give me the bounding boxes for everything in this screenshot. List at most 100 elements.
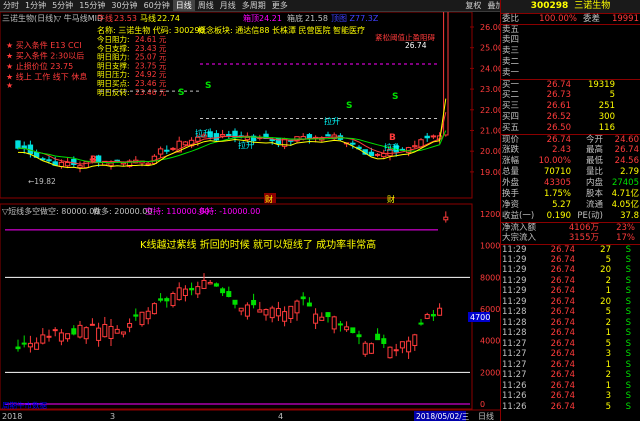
- price-axis-label: 23.00: [480, 85, 500, 94]
- kline-chart: 三诺生物(日线)▽ 牛马线MID牛线 23.53 马线 22.74 箱顶 24.21 箱底 2…: [0, 12, 500, 421]
- period-tab[interactable]: 更多: [269, 0, 291, 11]
- osc-body: [406, 340, 412, 353]
- right-item-label: 明日反转:: [97, 87, 130, 97]
- toolbar-button[interactable]: 复权: [462, 0, 484, 11]
- candle-body: [443, 12, 449, 136]
- period-tab[interactable]: 日线: [172, 0, 195, 11]
- stat-label: 总量: [502, 167, 520, 177]
- period-label[interactable]: 日线: [478, 411, 494, 421]
- weibi-label: 委比: [502, 14, 520, 24]
- tick-direction: S: [625, 391, 631, 401]
- sell-label: 卖三: [502, 46, 520, 56]
- tick-volume: 2: [605, 275, 611, 286]
- stat-value: 0.190: [546, 211, 571, 221]
- tick-volume: 3: [605, 391, 611, 401]
- sell-label: 卖一: [502, 68, 520, 78]
- stat-value: 26.74: [614, 145, 639, 155]
- osc-body: [127, 322, 133, 328]
- ma-line-yellow: [17, 98, 447, 169]
- indicator-axis-label: 12000: [480, 210, 500, 219]
- price-axis-label: 19.00: [480, 168, 500, 177]
- info-name: 名称: 三诺生物 代码: 300298: [97, 25, 205, 35]
- tick-row: 11:28 26.74 5 S: [501, 307, 640, 318]
- period-tab[interactable]: 1分钟: [22, 0, 49, 11]
- osc-body: [300, 296, 306, 300]
- ma-line: [17, 130, 447, 164]
- header-text: 顶图 Z77.3Z: [331, 14, 379, 23]
- osc-body: [40, 334, 46, 344]
- indicator-axis-label: 8000: [480, 273, 500, 282]
- tick-row: 11:26 26.74 3 S: [501, 391, 640, 402]
- osc-body: [151, 303, 157, 315]
- candle-body: [15, 140, 21, 149]
- flow-label: 大宗流入: [502, 233, 537, 243]
- buy-row: 买三 26.61 251: [501, 101, 640, 112]
- stat-value: 43305: [543, 178, 571, 188]
- stat-row: 总量 70710 量比 2.79: [501, 167, 640, 178]
- tick-volume: 20: [600, 296, 611, 307]
- s-marker: S: [178, 88, 184, 98]
- osc-body: [52, 329, 58, 332]
- tick-price: 26.74: [550, 338, 575, 349]
- candle-body: [46, 159, 52, 162]
- candle-body: [213, 133, 220, 141]
- stat-value: 2.79: [620, 167, 639, 177]
- tick-price: 26.74: [550, 328, 575, 338]
- tick-price: 26.74: [550, 307, 575, 317]
- buy-volume: 300: [598, 112, 615, 122]
- right-item-value: 23.43 元: [135, 44, 167, 53]
- period-tab[interactable]: 分时: [0, 0, 22, 11]
- osc-body: [232, 299, 238, 305]
- header-text: 22.74: [157, 14, 180, 23]
- tick-volume: 2: [605, 370, 611, 380]
- tick-price: 26.74: [550, 380, 575, 391]
- candle-body: [226, 134, 232, 137]
- osc-body: [114, 328, 120, 334]
- period-tab[interactable]: 60分钟: [141, 0, 173, 11]
- osc-body: [102, 323, 108, 338]
- period-tab[interactable]: 多周期: [239, 0, 269, 11]
- time-axis-label: 2018: [2, 412, 22, 421]
- indicator-param: 做空: 80000.00: [40, 206, 99, 216]
- sell-label: 卖二: [502, 57, 520, 67]
- stat-label: 流通: [585, 200, 603, 210]
- stat-label: 涨幅: [502, 156, 520, 166]
- osc-body: [164, 298, 170, 302]
- tick-row: 11:27 26.74 3 S: [501, 349, 640, 360]
- tick-time: 11:28: [502, 328, 527, 338]
- osc-body: [306, 302, 312, 307]
- buy-row: 买一 26.74 19319: [501, 79, 640, 90]
- period-tab[interactable]: 5分钟: [49, 0, 76, 11]
- right-item-label: 明日阻力:: [97, 52, 130, 62]
- candle-body: [424, 135, 430, 139]
- osc-body: [356, 334, 362, 338]
- right-item-value: 23.46 元: [135, 79, 167, 88]
- osc-body: [263, 308, 269, 316]
- candle-body: [108, 162, 114, 166]
- stat-label: 换手: [502, 189, 520, 199]
- tick-volume: 5: [605, 401, 611, 412]
- osc-body: [313, 313, 319, 324]
- period-tab[interactable]: 30分钟: [108, 0, 140, 11]
- osc-body: [387, 346, 393, 359]
- strategy-annotation: K线越过紫线 折回的时候 就可以短线了 成功率非常高: [140, 238, 376, 251]
- indicator-axis-label: 0: [480, 400, 485, 409]
- tick-row: 11:27 26.74 2 S: [501, 370, 640, 381]
- candle-body: [269, 139, 275, 142]
- osc-body: [96, 327, 102, 341]
- info-sectors: 概念板块: 通达信88 长株潭 民营医院 智能医疗: [198, 25, 365, 35]
- period-tab[interactable]: 周线: [195, 0, 217, 11]
- tick-volume: 3: [605, 349, 611, 359]
- tick-direction: S: [625, 359, 631, 370]
- osc-body: [393, 349, 399, 352]
- tick-time: 11:29: [502, 275, 527, 286]
- candle-body: [58, 161, 65, 167]
- period-tab[interactable]: 15分钟: [76, 0, 108, 11]
- stat-label: 外盘: [502, 178, 520, 188]
- candle-body: [325, 134, 331, 137]
- period-tab[interactable]: 月线: [217, 0, 239, 11]
- left-item: ★ 买入条件 E13 CCI: [6, 40, 82, 50]
- candle-body: [219, 134, 226, 137]
- header-text: 牛线: [97, 13, 113, 23]
